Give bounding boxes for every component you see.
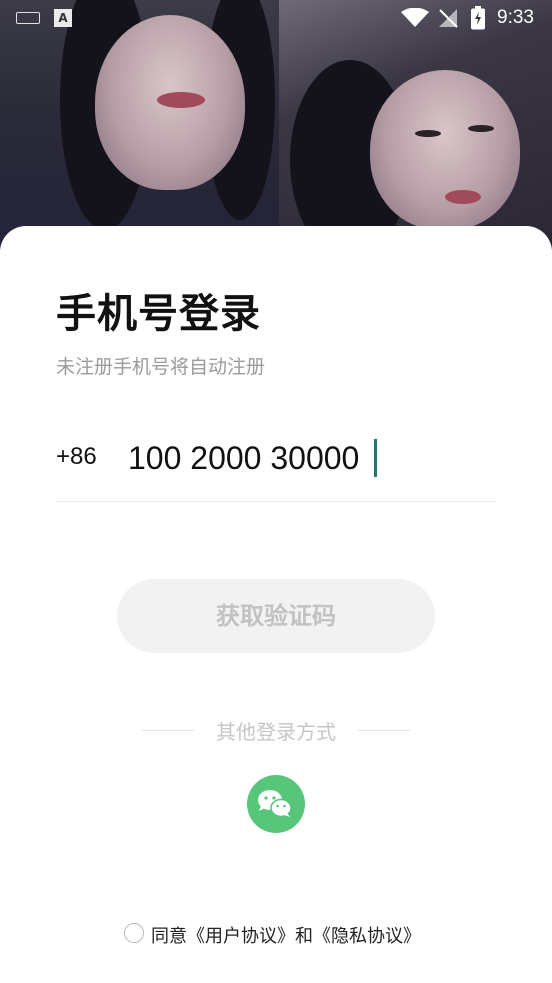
app-notification-icon: A [54, 9, 72, 27]
battery-charging-icon [471, 6, 485, 30]
divider-line-right [358, 730, 410, 731]
agreement-checkbox[interactable] [124, 923, 144, 943]
page-title: 手机号登录 [56, 291, 261, 337]
wechat-icon [258, 790, 292, 818]
other-login-methods-divider: 其他登录方式 [142, 716, 410, 746]
phone-input-row: +86 [56, 431, 497, 501]
user-agreement-link[interactable]: 《用户协议》 [187, 926, 295, 947]
text-cursor [374, 439, 377, 477]
wifi-icon [401, 8, 429, 27]
keyboard-icon [16, 12, 40, 24]
photo-detail [370, 70, 520, 230]
photo-detail [445, 190, 481, 204]
photo-detail [157, 92, 205, 108]
privacy-agreement-link[interactable]: 《隐私协议》 [313, 926, 421, 947]
photo-detail [468, 125, 494, 132]
agree-prefix: 同意 [151, 926, 187, 947]
photo-detail [415, 130, 441, 137]
no-sim-icon [439, 9, 458, 28]
agreement-text: 同意《用户协议》和《隐私协议》 [151, 922, 421, 948]
wechat-login-button[interactable] [247, 775, 305, 833]
agree-and: 和 [295, 926, 313, 947]
login-sheet: 手机号登录 未注册手机号将自动注册 +86 获取验证码 其他登录方式 同意《用户… [0, 226, 552, 983]
phone-input-underline [56, 501, 497, 502]
status-bar: A 9:33 [0, 0, 552, 36]
phone-number-input[interactable] [128, 433, 488, 483]
page-subtitle: 未注册手机号将自动注册 [56, 356, 266, 378]
header-photo-banner [0, 0, 552, 250]
country-code[interactable]: +86 [56, 443, 97, 471]
get-verification-code-button[interactable]: 获取验证码 [117, 579, 435, 653]
status-time: 9:33 [497, 7, 534, 28]
